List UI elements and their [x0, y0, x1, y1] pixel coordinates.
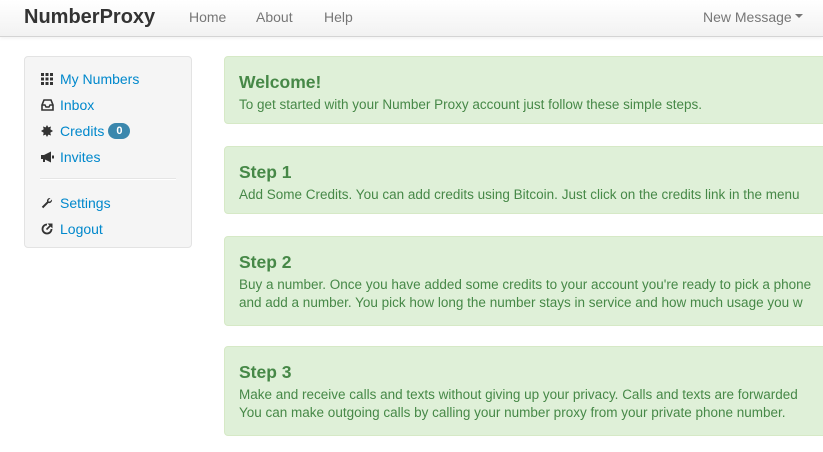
- alert-title: Welcome!: [239, 72, 322, 92]
- inbox-icon: [40, 98, 54, 112]
- alert-title: Step 2: [239, 252, 292, 272]
- brand-logo[interactable]: NumberProxy: [24, 6, 155, 29]
- sidebar-item-settings[interactable]: Settings: [40, 193, 111, 213]
- nav-about[interactable]: About: [256, 9, 293, 25]
- alert-text-line-2: and add a number. You pick how long the …: [239, 295, 803, 310]
- alert-text: To get started with your Number Proxy ac…: [239, 97, 702, 112]
- step-3-alert: Step 3 Make and receive calls and texts …: [224, 346, 823, 436]
- alert-title: Step 1: [239, 162, 292, 182]
- sidebar-nav: My Numbers Inbox Credits 0 Invites Setti…: [24, 56, 192, 248]
- alert-text-line-2: You can make outgoing calls by calling y…: [239, 405, 786, 420]
- credits-count-badge: 0: [108, 123, 131, 139]
- wrench-icon: [40, 196, 54, 210]
- nav-help[interactable]: Help: [324, 9, 353, 25]
- sidebar-item-logout[interactable]: Logout: [40, 219, 103, 239]
- alert-text-line-1: Buy a number. Once you have added some c…: [239, 277, 812, 292]
- sidebar-item-label: Credits: [60, 123, 105, 139]
- top-navbar: NumberProxy Home About Help New Message: [0, 0, 823, 37]
- sidebar-item-label: My Numbers: [60, 71, 140, 87]
- welcome-alert: Welcome! To get started with your Number…: [224, 56, 823, 124]
- sidebar-item-label: Logout: [60, 221, 103, 237]
- sidebar-item-label: Inbox: [60, 97, 95, 113]
- share-icon: [40, 222, 54, 236]
- step-2-alert: Step 2 Buy a number. Once you have added…: [224, 236, 823, 326]
- step-1-alert: Step 1 Add Some Credits. You can add cre…: [224, 146, 823, 214]
- nav-home[interactable]: Home: [189, 9, 226, 25]
- sidebar-item-credits[interactable]: Credits 0: [40, 121, 131, 141]
- alert-title: Step 3: [239, 362, 292, 382]
- alert-text-line-1: Make and receive calls and texts without…: [239, 387, 798, 402]
- new-message-dropdown[interactable]: New Message: [703, 9, 803, 25]
- sidebar-item-my-numbers[interactable]: My Numbers: [40, 69, 139, 89]
- grid-icon: [40, 72, 54, 86]
- sidebar-divider: [40, 178, 176, 180]
- bullhorn-icon: [40, 150, 54, 164]
- sidebar-item-inbox[interactable]: Inbox: [40, 95, 94, 115]
- new-message-label: New Message: [703, 9, 792, 25]
- certificate-icon: [40, 124, 54, 138]
- alert-text: Add Some Credits. You can add credits us…: [239, 187, 800, 202]
- sidebar-item-invites[interactable]: Invites: [40, 147, 100, 167]
- caret-down-icon: [794, 14, 803, 19]
- sidebar-item-label: Invites: [60, 149, 101, 165]
- sidebar-item-label: Settings: [60, 195, 111, 211]
